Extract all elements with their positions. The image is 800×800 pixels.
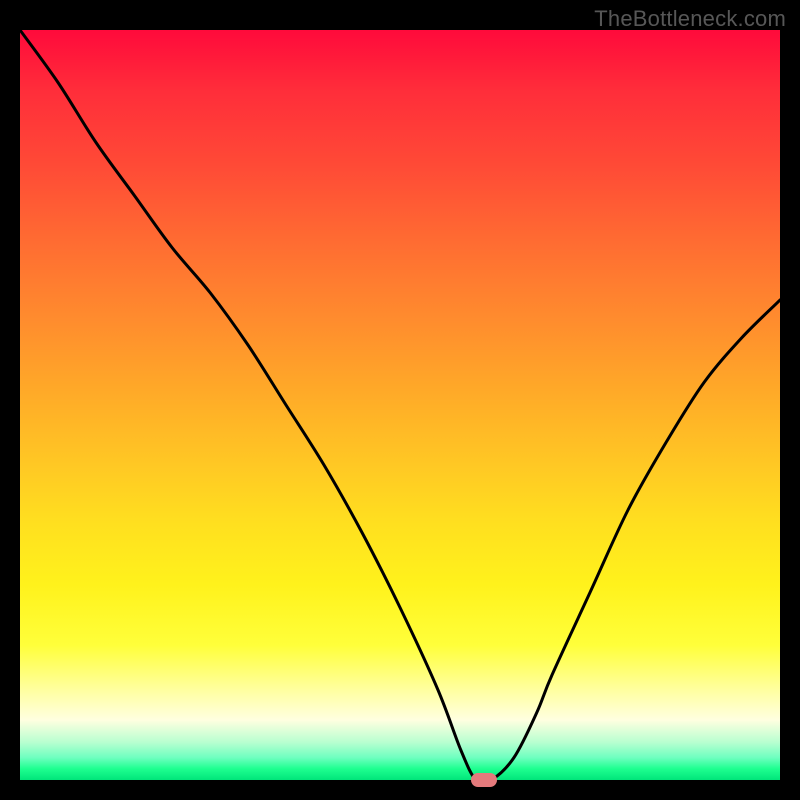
watermark-text: TheBottleneck.com [594,6,786,32]
chart-frame: TheBottleneck.com [0,0,800,800]
minimum-marker [471,773,497,787]
bottleneck-curve [20,30,780,780]
curve-path [20,30,780,780]
